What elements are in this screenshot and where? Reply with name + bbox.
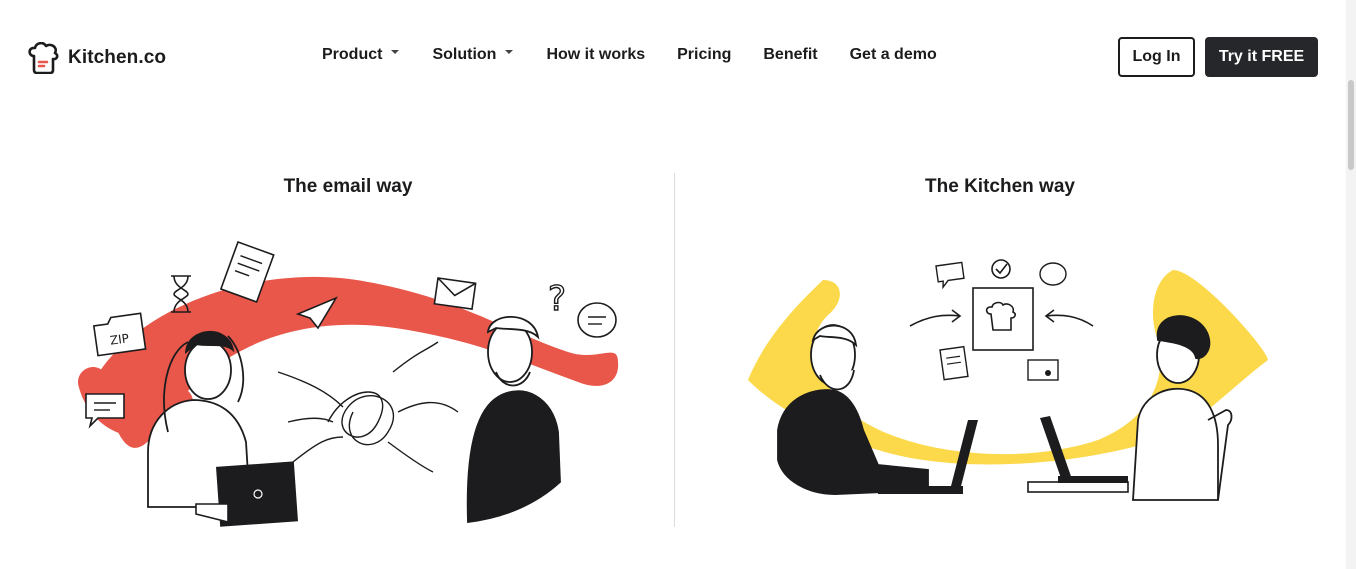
speech-icon: [1039, 262, 1067, 286]
tangle-scribble-icon: [277, 341, 459, 473]
nav-pricing[interactable]: Pricing: [677, 46, 731, 64]
site-header: Kitchen.co Product Solution How it works…: [0, 0, 1346, 112]
nav-solution[interactable]: Solution: [432, 46, 514, 64]
nav-product-label: Product: [322, 46, 383, 63]
check-circle-icon: [991, 259, 1011, 279]
kitchen-way-illustration: [748, 259, 1268, 501]
nav-benefit[interactable]: Benefit: [763, 46, 817, 64]
brand-name: Kitchen.co: [68, 47, 167, 68]
nav-product[interactable]: Product: [322, 46, 400, 64]
try-free-button[interactable]: Try it FREE: [1205, 37, 1318, 77]
zip-folder-icon: ZIP: [92, 312, 147, 357]
brand-logo[interactable]: Kitchen.co: [26, 42, 166, 74]
email-way-title: The email way: [283, 176, 413, 197]
main-nav: Product Solution How it works Pricing Be…: [322, 46, 937, 64]
question-mark-icon: ?: [548, 279, 566, 319]
caret-down-icon: [505, 50, 514, 54]
nav-solution-label: Solution: [432, 46, 497, 63]
kitchen-way-title: The Kitchen way: [925, 176, 1075, 197]
nav-benefit-label: Benefit: [763, 46, 818, 63]
envelope-icon: [433, 277, 477, 310]
page-scrollbar[interactable]: [1346, 0, 1356, 569]
zip-label: ZIP: [109, 331, 130, 348]
invoice-icon: [939, 345, 969, 381]
nav-get-a-demo-label: Get a demo: [849, 46, 937, 63]
nav-pricing-label: Pricing: [677, 46, 732, 63]
nav-get-a-demo[interactable]: Get a demo: [850, 46, 937, 64]
kitchen-card-icon: [972, 287, 1034, 351]
scrollbar-thumb[interactable]: [1348, 80, 1354, 170]
arrow-left-icon: [1044, 309, 1094, 327]
nav-how-it-works[interactable]: How it works: [546, 46, 645, 64]
credit-card-icon: [1027, 359, 1059, 381]
email-way-illustration: ZIP ?: [78, 240, 619, 527]
nav-how-it-works-label: How it works: [546, 46, 646, 63]
column-divider: [674, 173, 675, 527]
chat-icon: [935, 261, 965, 290]
arrow-right-icon: [909, 309, 962, 327]
caret-down-icon: [391, 50, 400, 54]
login-button[interactable]: Log In: [1118, 37, 1195, 77]
speech-bubble-icon: [577, 302, 617, 338]
chef-hat-logo-icon: [28, 42, 59, 74]
